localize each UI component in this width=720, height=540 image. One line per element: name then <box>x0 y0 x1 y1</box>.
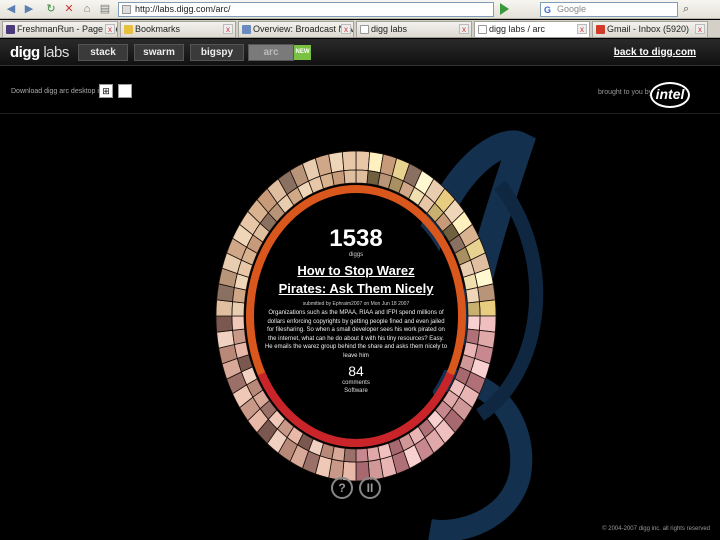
logo-digg-text: digg <box>10 44 40 61</box>
page-icon: ▤ <box>99 3 111 15</box>
back-to-digg-link[interactable]: back to digg.com <box>614 47 696 58</box>
close-tab-icon[interactable]: x <box>105 24 115 34</box>
home-icon[interactable]: ⌂ <box>80 2 94 16</box>
ring-segment[interactable] <box>366 445 381 462</box>
digg-labs-header: digg labs stack swarm bigspy arc NEW bac… <box>0 39 720 66</box>
browser-tab[interactable]: FreshmanRun - Page ahead bring x <box>2 21 118 37</box>
url-bar[interactable]: http://labs.digg.com/arc/ <box>118 2 494 17</box>
ring-segment[interactable] <box>355 169 369 185</box>
story-description: Organizations such as the MPAA, RIAA and… <box>264 310 448 359</box>
ring-segment[interactable] <box>328 151 345 174</box>
ring-segment[interactable] <box>232 328 247 345</box>
forward-icon[interactable]: ▶ <box>22 2 36 16</box>
back-icon[interactable]: ◀ <box>4 2 18 16</box>
digg-count: 1538 <box>329 225 383 252</box>
ring-segment[interactable] <box>467 301 481 317</box>
ring-segment[interactable] <box>215 315 234 333</box>
comments-label: comments <box>342 379 370 386</box>
comments-count[interactable]: 84 <box>264 363 448 379</box>
tab-favicon-icon <box>596 25 605 34</box>
reload-icon[interactable]: ↻ <box>44 2 58 16</box>
site-favicon-icon <box>122 5 131 14</box>
browser-tab[interactable]: Bookmarks x <box>120 21 236 37</box>
tab-favicon-icon <box>124 25 133 34</box>
ring-segment[interactable] <box>215 299 234 317</box>
ring-segment[interactable] <box>343 169 357 185</box>
ring-segment[interactable] <box>355 150 371 172</box>
ring-segment[interactable] <box>467 315 481 331</box>
ring-segment[interactable] <box>231 301 245 317</box>
ring-segment[interactable] <box>477 283 496 303</box>
nav-tab-bigspy[interactable]: bigspy <box>190 44 244 61</box>
digg-labs-logo[interactable]: digg labs <box>10 44 69 61</box>
tab-favicon-icon <box>6 25 15 34</box>
tab-label: Bookmarks <box>135 24 181 34</box>
brought-by-text: brought to you by <box>598 89 653 96</box>
tab-favicon-icon <box>360 25 369 34</box>
story-panel: 1538 diggs How to Stop Warez Pirates: As… <box>264 226 448 395</box>
ring-segment[interactable] <box>331 170 346 187</box>
tab-favicon-icon <box>478 25 487 34</box>
tab-label: digg labs <box>371 24 408 34</box>
search-input[interactable]: G Google <box>540 2 678 17</box>
nav-tab-stack[interactable]: stack <box>78 44 128 61</box>
tab-favicon-icon <box>242 25 251 34</box>
browser-tab-active[interactable]: digg labs / arc x <box>474 21 590 37</box>
browser-tab[interactable]: digg labs x <box>356 21 472 37</box>
stop-icon[interactable]: ✕ <box>62 2 76 16</box>
ring-segment[interactable] <box>478 315 497 333</box>
ring-segment[interactable] <box>343 447 357 463</box>
close-tab-icon[interactable]: x <box>459 24 469 34</box>
ring-segment[interactable] <box>465 287 480 304</box>
download-text: Download digg arc desktop in air <box>11 88 113 95</box>
story-category[interactable]: Software <box>264 387 448 395</box>
windows-download-icon[interactable]: ⊞ <box>99 84 113 98</box>
ring-segment[interactable] <box>478 299 497 317</box>
submitted-by: submitted by Ephraim2007 on Mon Jun 18 2… <box>302 301 410 307</box>
url-text: http://labs.digg.com/arc/ <box>135 4 231 14</box>
new-badge: NEW <box>294 45 311 60</box>
logo-labs-text: labs <box>43 44 69 61</box>
nav-tab-swarm[interactable]: swarm <box>134 44 184 61</box>
close-tab-icon[interactable]: x <box>695 24 705 34</box>
pause-button[interactable]: II <box>359 477 381 499</box>
ring-segment[interactable] <box>341 150 357 172</box>
search-engine-icon: G <box>544 5 552 15</box>
intel-logo[interactable]: intel <box>650 82 690 108</box>
close-tab-icon[interactable]: x <box>223 24 233 34</box>
apple-download-icon[interactable] <box>118 84 132 98</box>
browser-tab[interactable]: Overview: Broadcast Navigation x <box>238 21 354 37</box>
browser-tab[interactable]: Gmail - Inbox (5920) x <box>592 21 708 37</box>
tab-label: digg labs / arc <box>489 24 546 34</box>
search-go-icon[interactable]: ⌕ <box>683 3 689 16</box>
tab-label: FreshmanRun - Page ahead bring <box>17 24 117 34</box>
download-bar: Download digg arc desktop in air ⊞ broug… <box>0 80 720 114</box>
tab-bar: FreshmanRun - Page ahead bring x Bookmar… <box>0 20 720 38</box>
tab-label: Gmail - Inbox (5920) <box>607 24 690 34</box>
story-title-line1[interactable]: How to Stop Warez <box>264 262 448 280</box>
nav-tab-arc[interactable]: arc <box>248 44 294 61</box>
diggs-label: diggs <box>348 252 364 258</box>
ring-segment[interactable] <box>231 315 245 331</box>
ring-segment[interactable] <box>216 329 235 349</box>
close-tab-icon[interactable]: x <box>577 24 587 34</box>
browser-toolbar: ◀ ▶ ↻ ✕ ⌂ ▤ http://labs.digg.com/arc/ G … <box>0 0 720 19</box>
search-placeholder: Google <box>557 4 587 14</box>
story-title-line2[interactable]: Pirates: Ask Them Nicely <box>264 280 448 298</box>
tab-label: Overview: Broadcast Navigation <box>253 24 353 34</box>
ring-segment[interactable] <box>355 447 369 463</box>
copyright-text: © 2004-2007 digg inc. all rights reserve… <box>602 526 710 532</box>
go-icon[interactable] <box>500 3 509 15</box>
help-button[interactable]: ? <box>331 477 353 499</box>
close-tab-icon[interactable]: x <box>341 24 351 34</box>
